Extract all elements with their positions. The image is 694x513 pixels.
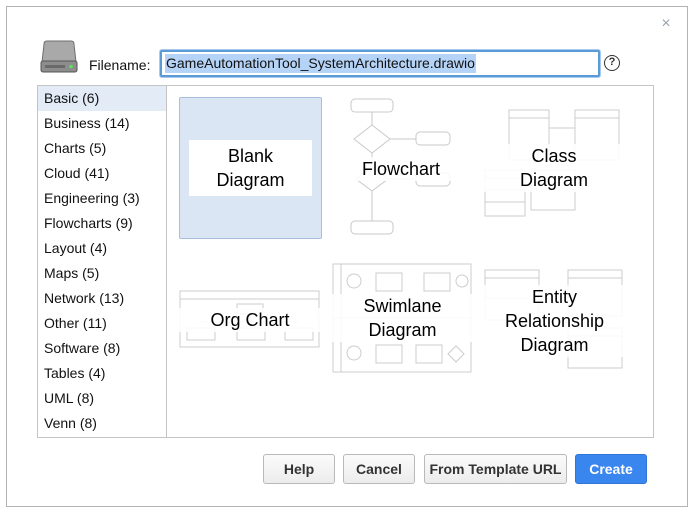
close-icon[interactable]: × xyxy=(659,16,673,32)
template-title: Blank Diagram xyxy=(189,140,312,196)
template-entity-relationship-diagram[interactable]: Entity Relationship Diagram xyxy=(484,268,625,372)
help-button[interactable]: Help xyxy=(263,454,335,484)
category-uml[interactable]: UML (8) xyxy=(38,386,166,411)
template-blank-diagram[interactable]: Blank Diagram xyxy=(179,97,322,239)
template-title: Flowchart xyxy=(346,157,456,181)
category-basic[interactable]: Basic (6) xyxy=(38,86,166,111)
template-title: Swimlane Diagram xyxy=(332,294,473,342)
category-other[interactable]: Other (11) xyxy=(38,311,166,336)
category-layout[interactable]: Layout (4) xyxy=(38,236,166,261)
category-venn[interactable]: Venn (8) xyxy=(38,411,166,436)
filename-label: Filename: xyxy=(89,57,151,73)
category-maps[interactable]: Maps (5) xyxy=(38,261,166,286)
template-flowchart[interactable]: Flowchart xyxy=(346,97,456,239)
category-business[interactable]: Business (14) xyxy=(38,111,166,136)
category-flowcharts[interactable]: Flowcharts (9) xyxy=(38,211,166,236)
category-tables[interactable]: Tables (4) xyxy=(38,361,166,386)
template-org-chart[interactable]: Org Chart xyxy=(179,290,321,350)
filename-value: GameAutomationTool_SystemArchitecture.dr… xyxy=(165,54,476,73)
template-class-diagram[interactable]: Class Diagram xyxy=(483,108,625,230)
template-grid: Blank Diagram Flowchart Class Diagram Or… xyxy=(168,86,654,437)
template-title: Entity Relationship Diagram xyxy=(484,285,625,357)
category-list: Basic (6) Business (14) Charts (5) Cloud… xyxy=(38,86,167,437)
filename-input[interactable]: GameAutomationTool_SystemArchitecture.dr… xyxy=(160,50,600,77)
category-charts[interactable]: Charts (5) xyxy=(38,136,166,161)
category-network[interactable]: Network (13) xyxy=(38,286,166,311)
from-template-url-button[interactable]: From Template URL xyxy=(424,454,567,484)
create-button[interactable]: Create xyxy=(575,454,647,484)
category-cloud[interactable]: Cloud (41) xyxy=(38,161,166,186)
new-diagram-dialog: × Filename: GameAutomationTool_SystemArc… xyxy=(6,6,688,507)
category-engineering[interactable]: Engineering (3) xyxy=(38,186,166,211)
help-icon[interactable]: ? xyxy=(604,55,620,71)
category-software[interactable]: Software (8) xyxy=(38,336,166,361)
template-browser: Basic (6) Business (14) Charts (5) Cloud… xyxy=(37,85,654,438)
cancel-button[interactable]: Cancel xyxy=(343,454,415,484)
template-title: Class Diagram xyxy=(483,144,625,192)
template-swimlane-diagram[interactable]: Swimlane Diagram xyxy=(332,263,473,375)
template-title: Org Chart xyxy=(179,308,321,332)
drive-icon xyxy=(40,40,78,73)
